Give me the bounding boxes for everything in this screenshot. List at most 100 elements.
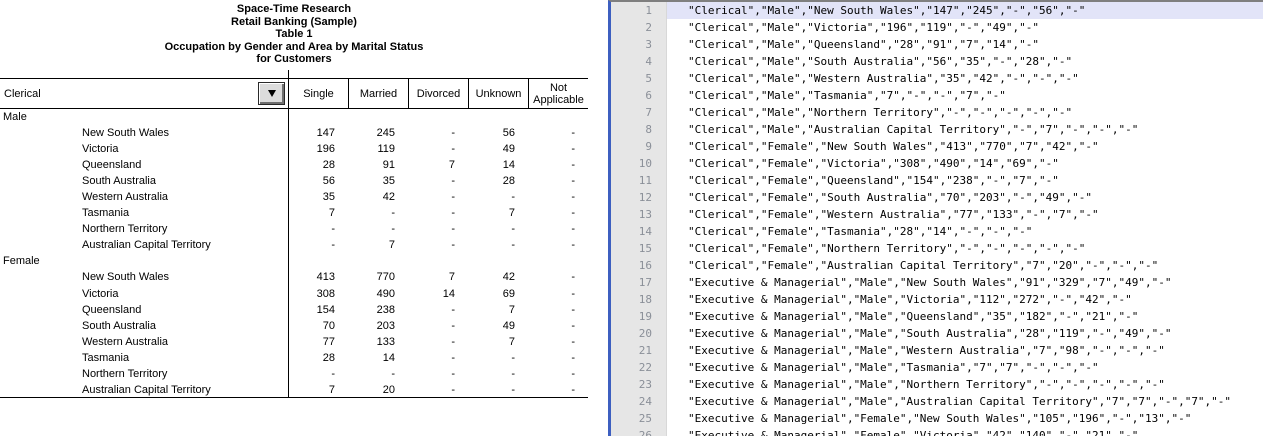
editor-line-text[interactable]: "Clerical","Male","Northern Territory","… xyxy=(667,104,1263,121)
dropdown-arrow-button[interactable] xyxy=(258,82,285,105)
group-row: Male xyxy=(0,109,588,125)
area-label: Australian Capital Territory xyxy=(0,384,288,396)
editor-line-text[interactable]: "Clerical","Female","Western Australia",… xyxy=(667,206,1263,223)
editor-line[interactable]: 1"Clerical","Male","New South Wales","14… xyxy=(611,2,1263,19)
editor-line-text[interactable]: "Executive & Managerial","Male","Norther… xyxy=(667,376,1263,393)
line-number: 6 xyxy=(611,87,667,104)
group-row: Female xyxy=(0,253,588,269)
value-cell: - xyxy=(408,320,468,332)
line-number: 24 xyxy=(611,393,667,410)
editor-line-text[interactable]: "Clerical","Male","New South Wales","147… xyxy=(667,2,1263,19)
editor-line[interactable]: 22"Executive & Managerial","Male","Tasma… xyxy=(611,359,1263,376)
area-label: Tasmania xyxy=(0,352,288,364)
editor-line[interactable]: 11"Clerical","Female","Queensland","154"… xyxy=(611,172,1263,189)
value-cell: 28 xyxy=(288,159,348,171)
editor-line[interactable]: 3"Clerical","Male","Queensland","28","91… xyxy=(611,36,1263,53)
editor-line[interactable]: 4"Clerical","Male","South Australia","56… xyxy=(611,53,1263,70)
editor-line-text[interactable]: "Clerical","Female","New South Wales","4… xyxy=(667,138,1263,155)
stub-column-divider xyxy=(288,70,289,398)
editor-line[interactable]: 13"Clerical","Female","Western Australia… xyxy=(611,206,1263,223)
table-row: South Australia5635-28- xyxy=(0,173,588,189)
editor-line[interactable]: 5"Clerical","Male","Western Australia","… xyxy=(611,70,1263,87)
value-cell: 42 xyxy=(348,191,408,203)
editor-line[interactable]: 17"Executive & Managerial","Male","New S… xyxy=(611,274,1263,291)
line-number: 5 xyxy=(611,70,667,87)
editor-line-text[interactable]: "Clerical","Female","Queensland","154","… xyxy=(667,172,1263,189)
editor-line-text[interactable]: "Executive & Managerial","Male","Western… xyxy=(667,342,1263,359)
value-cell: - xyxy=(468,239,528,251)
editor-line-text[interactable]: "Clerical","Female","Victoria","308","49… xyxy=(667,155,1263,172)
editor-line[interactable]: 6"Clerical","Male","Tasmania","7","-","-… xyxy=(611,87,1263,104)
editor-line[interactable]: 7"Clerical","Male","Northern Territory",… xyxy=(611,104,1263,121)
editor-line-text[interactable]: "Clerical","Male","Australian Capital Te… xyxy=(667,121,1263,138)
editor-line-text[interactable]: "Clerical","Male","South Australia","56"… xyxy=(667,53,1263,70)
title-line: Occupation by Gender and Area by Marital… xyxy=(0,41,588,54)
editor-line[interactable]: 12"Clerical","Female","South Australia",… xyxy=(611,189,1263,206)
area-label: Northern Territory xyxy=(0,368,288,380)
csv-editor[interactable]: 1"Clerical","Male","New South Wales","14… xyxy=(608,0,1263,436)
editor-line-text[interactable]: "Executive & Managerial","Female","New S… xyxy=(667,410,1263,427)
editor-line-text[interactable]: "Clerical","Female","Northern Territory"… xyxy=(667,240,1263,257)
value-cell: - xyxy=(528,384,588,396)
editor-line[interactable]: 2"Clerical","Male","Victoria","196","119… xyxy=(611,19,1263,36)
line-number: 25 xyxy=(611,410,667,427)
editor-line-text[interactable]: "Executive & Managerial","Male","Queensl… xyxy=(667,308,1263,325)
value-cell: - xyxy=(528,127,588,139)
value-cell: - xyxy=(408,223,468,235)
editor-line[interactable]: 24"Executive & Managerial","Male","Austr… xyxy=(611,393,1263,410)
title-line: Space-Time Research xyxy=(0,3,588,16)
value-cell: - xyxy=(528,175,588,187)
editor-line[interactable]: 15"Clerical","Female","Northern Territor… xyxy=(611,240,1263,257)
table-row: Australian Capital Territory-7--- xyxy=(0,237,588,253)
editor-line-text[interactable]: "Clerical","Female","Tasmania","28","14"… xyxy=(667,223,1263,240)
editor-line-text[interactable]: "Executive & Managerial","Female","Victo… xyxy=(667,427,1263,436)
editor-line[interactable]: 20"Executive & Managerial","Male","South… xyxy=(611,325,1263,342)
line-number: 8 xyxy=(611,121,667,138)
editor-line[interactable]: 18"Executive & Managerial","Male","Victo… xyxy=(611,291,1263,308)
value-cell: 7 xyxy=(468,336,528,348)
value-cell: 7 xyxy=(348,239,408,251)
editor-line-text[interactable]: "Clerical","Female","South Australia","7… xyxy=(667,189,1263,206)
area-label: New South Wales xyxy=(0,127,288,139)
editor-line[interactable]: 10"Clerical","Female","Victoria","308","… xyxy=(611,155,1263,172)
editor-line-text[interactable]: "Executive & Managerial","Male","New Sou… xyxy=(667,274,1263,291)
value-cell: 7 xyxy=(468,304,528,316)
editor-line[interactable]: 8"Clerical","Male","Australian Capital T… xyxy=(611,121,1263,138)
editor-line[interactable]: 9"Clerical","Female","New South Wales","… xyxy=(611,138,1263,155)
value-cell: - xyxy=(408,368,468,380)
value-cell: 28 xyxy=(288,352,348,364)
value-cell: - xyxy=(528,320,588,332)
editor-line[interactable]: 19"Executive & Managerial","Male","Queen… xyxy=(611,308,1263,325)
editor-line[interactable]: 14"Clerical","Female","Tasmania","28","1… xyxy=(611,223,1263,240)
editor-line-text[interactable]: "Executive & Managerial","Male","South A… xyxy=(667,325,1263,342)
value-cell: - xyxy=(528,304,588,316)
editor-line-text[interactable]: "Executive & Managerial","Male","Tasmani… xyxy=(667,359,1263,376)
column-header: Unknown xyxy=(468,79,528,108)
table-row: New South Wales147245-56- xyxy=(0,125,588,141)
value-cell: 147 xyxy=(288,127,348,139)
table-row: Tasmania7--7- xyxy=(0,205,588,221)
editor-line-text[interactable]: "Clerical","Male","Western Australia","3… xyxy=(667,70,1263,87)
editor-line[interactable]: 25"Executive & Managerial","Female","New… xyxy=(611,410,1263,427)
editor-line-text[interactable]: "Executive & Managerial","Male","Austral… xyxy=(667,393,1263,410)
editor-line[interactable]: 23"Executive & Managerial","Male","North… xyxy=(611,376,1263,393)
value-cell: - xyxy=(408,352,468,364)
occupation-dropdown[interactable]: Clerical xyxy=(0,79,288,108)
editor-line-text[interactable]: "Clerical","Male","Victoria","196","119"… xyxy=(667,19,1263,36)
table-row: Northern Territory----- xyxy=(0,366,588,382)
value-cell: - xyxy=(468,223,528,235)
area-label: New South Wales xyxy=(0,271,288,283)
editor-line-text[interactable]: "Clerical","Male","Queensland","28","91"… xyxy=(667,36,1263,53)
editor-line-text[interactable]: "Clerical","Female","Australian Capital … xyxy=(667,257,1263,274)
editor-line[interactable]: 16"Clerical","Female","Australian Capita… xyxy=(611,257,1263,274)
editor-line[interactable]: 26"Executive & Managerial","Female","Vic… xyxy=(611,427,1263,436)
editor-line-text[interactable]: "Clerical","Male","Tasmania","7","-","-"… xyxy=(667,87,1263,104)
value-cell: 7 xyxy=(408,271,468,283)
value-cell: 56 xyxy=(288,175,348,187)
line-number: 23 xyxy=(611,376,667,393)
editor-line[interactable]: 21"Executive & Managerial","Male","Weste… xyxy=(611,342,1263,359)
area-label: Western Australia xyxy=(0,191,288,203)
editor-line-text[interactable]: "Executive & Managerial","Male","Victori… xyxy=(667,291,1263,308)
value-cell: - xyxy=(468,384,528,396)
area-label: Tasmania xyxy=(0,207,288,219)
